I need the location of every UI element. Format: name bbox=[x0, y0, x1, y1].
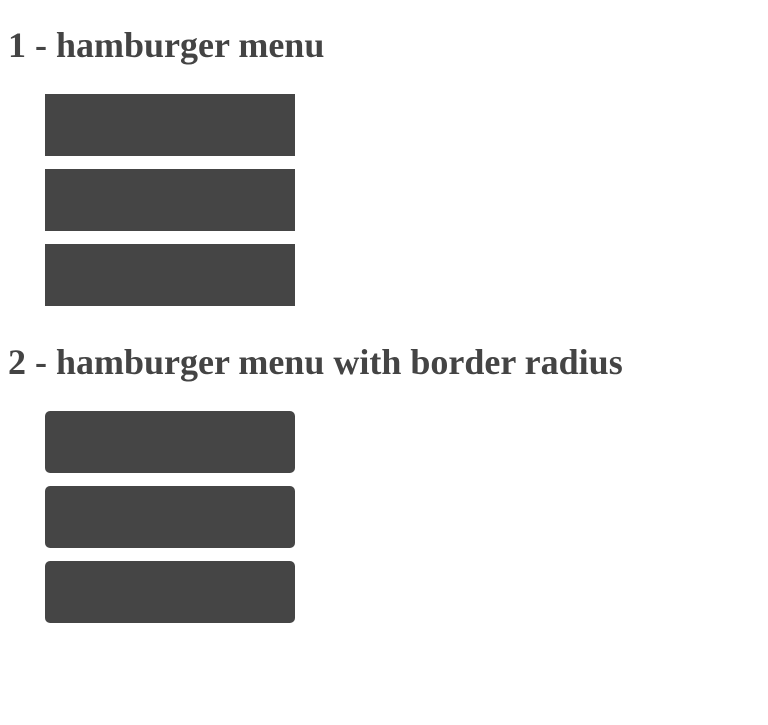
heading-hamburger-menu: 1 - hamburger menu bbox=[8, 25, 325, 65]
hamburger-bar bbox=[45, 169, 295, 231]
heading-hamburger-menu-radius: 2 - hamburger menu with border radius bbox=[8, 342, 623, 382]
hamburger-bar bbox=[45, 244, 295, 306]
hamburger-bar bbox=[45, 561, 295, 623]
hamburger-bar bbox=[45, 94, 295, 156]
hamburger-bar bbox=[45, 486, 295, 548]
hamburger-bar bbox=[45, 411, 295, 473]
